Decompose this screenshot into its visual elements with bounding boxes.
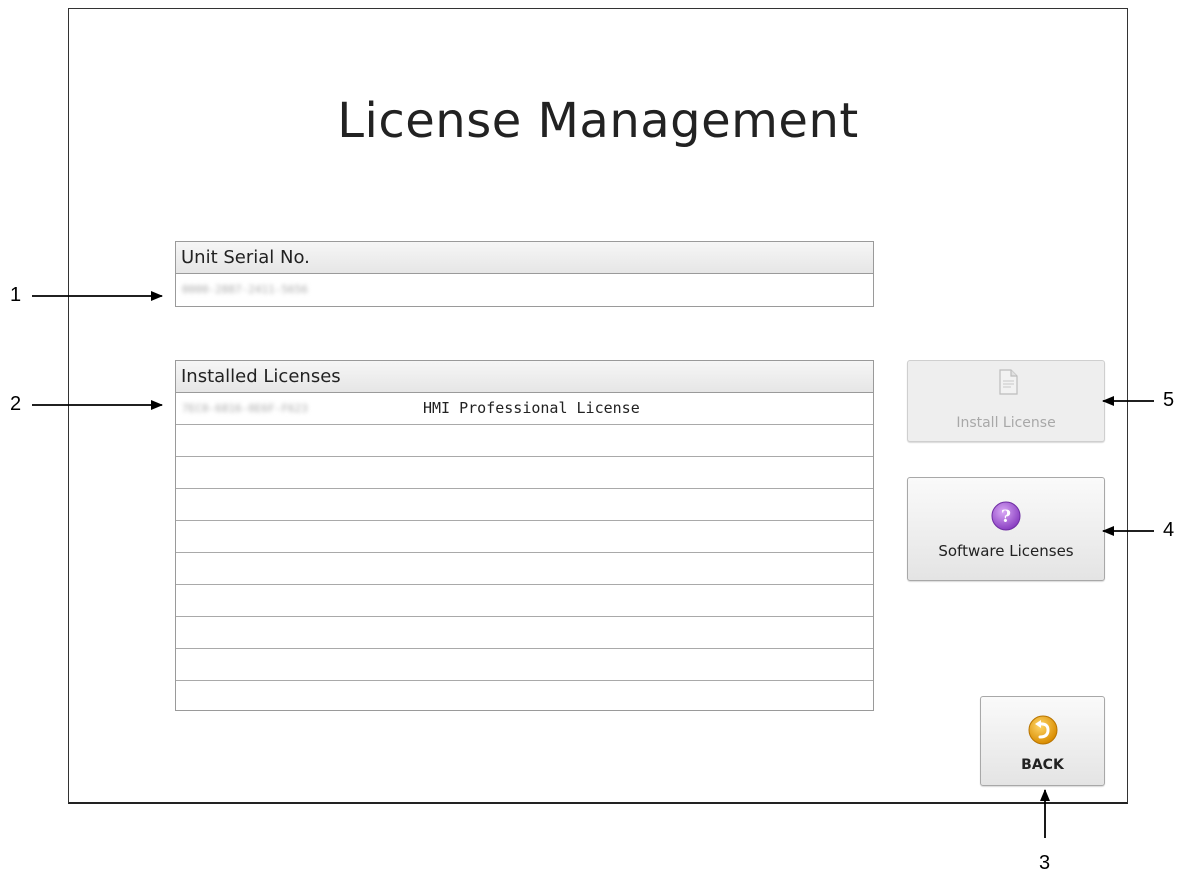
callout-label-5: 5	[1163, 389, 1175, 411]
callout-label-3: 3	[1039, 852, 1051, 874]
callout-label-2: 2	[10, 393, 22, 415]
callout-label-1: 1	[10, 284, 22, 306]
callout-label-4: 4	[1163, 519, 1175, 541]
callout-arrows	[32, 291, 1154, 838]
